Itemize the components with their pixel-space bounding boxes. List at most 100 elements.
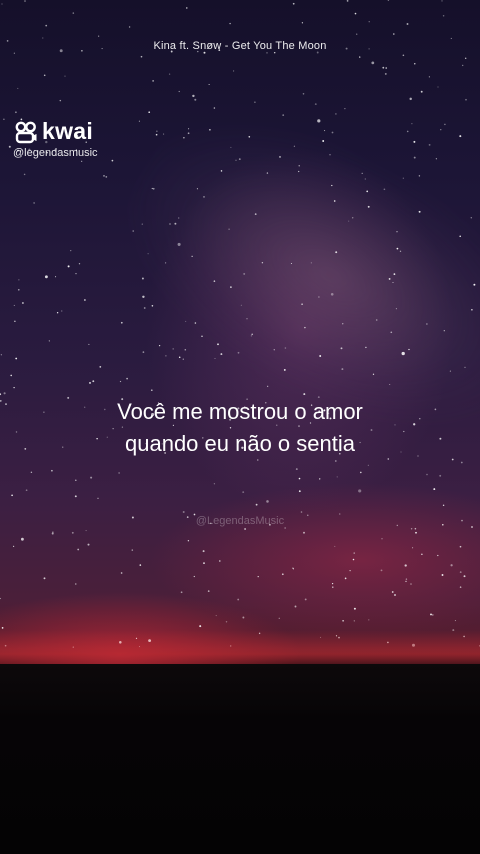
star	[396, 247, 399, 250]
star	[406, 23, 409, 25]
star	[233, 70, 235, 72]
star	[443, 330, 445, 332]
star	[8, 145, 11, 148]
star	[98, 35, 100, 37]
star	[257, 575, 259, 578]
star	[408, 348, 410, 351]
star	[143, 307, 146, 309]
star	[440, 129, 442, 131]
star	[84, 299, 86, 301]
star	[399, 250, 402, 252]
star	[464, 57, 467, 60]
star	[442, 504, 445, 507]
star	[131, 549, 134, 551]
star	[52, 531, 54, 533]
star	[213, 280, 216, 282]
star	[0, 597, 1, 600]
star	[473, 283, 476, 286]
lyric-caption: Você me mostrou o amor quando eu não o s…	[0, 396, 480, 460]
star	[214, 357, 216, 360]
star	[251, 333, 254, 336]
star	[14, 320, 16, 322]
star	[340, 347, 343, 350]
star	[246, 318, 248, 320]
star	[273, 349, 275, 351]
star	[402, 177, 404, 179]
star	[353, 552, 355, 554]
star	[279, 156, 281, 158]
star	[151, 187, 153, 190]
star	[442, 15, 445, 17]
dark-ground	[0, 664, 480, 854]
star	[203, 562, 205, 564]
star	[410, 528, 413, 530]
star	[140, 55, 143, 58]
star	[449, 370, 451, 372]
star	[365, 346, 367, 349]
star	[413, 140, 416, 143]
star	[152, 187, 155, 190]
star	[208, 83, 210, 86]
star	[48, 340, 50, 342]
star	[358, 489, 362, 493]
star	[437, 554, 439, 557]
star	[23, 173, 26, 176]
star	[220, 353, 223, 356]
star	[334, 545, 336, 547]
star	[267, 385, 269, 387]
star	[72, 12, 75, 14]
star	[405, 578, 408, 580]
star	[463, 575, 466, 578]
star	[439, 474, 442, 477]
star	[187, 540, 190, 542]
star	[15, 357, 18, 360]
star	[441, 0, 443, 2]
star	[273, 51, 276, 54]
star	[67, 265, 70, 268]
star	[372, 373, 375, 375]
star	[410, 583, 412, 585]
star	[335, 251, 338, 254]
star	[141, 277, 144, 280]
star	[430, 613, 432, 616]
star	[284, 347, 287, 349]
star	[441, 574, 444, 576]
star	[230, 286, 232, 288]
star	[51, 532, 54, 535]
star	[126, 377, 128, 380]
star	[293, 145, 296, 147]
star	[182, 358, 184, 360]
star	[341, 368, 344, 371]
star	[426, 323, 428, 325]
star	[92, 380, 95, 383]
star	[353, 607, 356, 610]
star	[148, 111, 151, 114]
star	[383, 188, 386, 191]
star	[150, 389, 153, 392]
star	[304, 326, 306, 329]
star	[450, 564, 453, 567]
star	[141, 223, 143, 225]
star	[119, 380, 122, 383]
star	[367, 205, 370, 208]
star	[298, 170, 300, 173]
star	[255, 503, 258, 506]
star	[172, 348, 174, 350]
star	[85, 530, 87, 532]
star	[331, 184, 333, 187]
star	[303, 531, 305, 534]
star	[319, 355, 322, 357]
star	[151, 305, 154, 307]
star	[381, 538, 383, 540]
star	[394, 594, 396, 596]
star	[254, 213, 257, 215]
star	[178, 356, 181, 358]
creator-handle[interactable]: @legendasmusic	[13, 147, 98, 159]
star	[414, 527, 417, 530]
star	[165, 262, 167, 264]
star	[349, 569, 351, 572]
star	[187, 132, 190, 135]
star	[118, 472, 120, 474]
star	[335, 113, 337, 115]
star	[392, 281, 394, 284]
